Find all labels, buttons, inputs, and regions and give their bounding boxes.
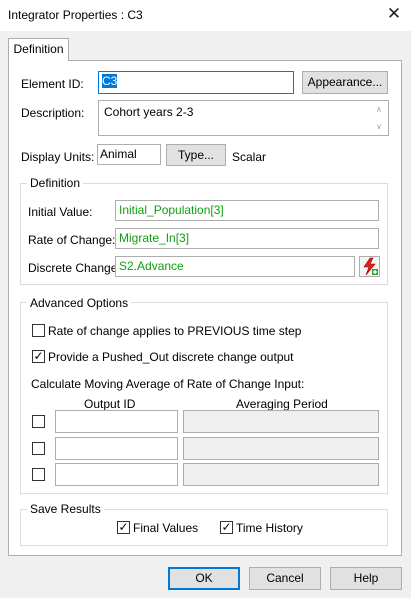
description-label: Description: bbox=[21, 106, 85, 120]
element-id-field[interactable]: C3 bbox=[98, 71, 294, 94]
pushed-out-checkbox[interactable]: ✓ bbox=[32, 350, 45, 363]
final-values-checkbox[interactable]: ✓ bbox=[117, 521, 130, 534]
output-id-field[interactable] bbox=[55, 437, 178, 460]
rate-of-change-label: Rate of Change: bbox=[28, 233, 116, 247]
definition-group-title: Definition bbox=[27, 176, 84, 190]
initial-value-field[interactable]: Initial_Population[3] bbox=[115, 200, 379, 221]
averaging-period-header: Averaging Period bbox=[236, 397, 328, 411]
add-discrete-change-icon[interactable] bbox=[359, 256, 380, 277]
moving-average-row-checkbox[interactable] bbox=[32, 442, 45, 455]
element-id-value: C3 bbox=[102, 74, 118, 88]
rate-of-change-field[interactable]: Migrate_In[3] bbox=[115, 228, 379, 249]
rate-previous-checkbox[interactable] bbox=[32, 324, 45, 337]
cancel-button[interactable]: Cancel bbox=[249, 567, 321, 590]
moving-average-row-checkbox[interactable] bbox=[32, 415, 45, 428]
description-value: Cohort years 2-3 bbox=[104, 105, 194, 119]
scroll-down-icon[interactable]: ∨ bbox=[376, 122, 386, 131]
description-field[interactable]: Cohort years 2-3 bbox=[98, 100, 389, 136]
type-button[interactable]: Type... bbox=[166, 144, 226, 166]
display-units-type-value: Scalar bbox=[232, 150, 267, 164]
discrete-change-label: Discrete Change: bbox=[28, 261, 121, 275]
window-title: Integrator Properties : C3 bbox=[8, 8, 143, 22]
averaging-period-field bbox=[183, 463, 379, 486]
output-id-field[interactable] bbox=[55, 410, 178, 433]
discrete-change-field[interactable]: S2.Advance bbox=[115, 256, 355, 277]
display-units-field[interactable]: Animal bbox=[97, 144, 161, 165]
output-id-header: Output ID bbox=[84, 397, 136, 411]
averaging-period-field bbox=[183, 437, 379, 460]
advanced-options-title: Advanced Options bbox=[27, 296, 132, 310]
pushed-out-label[interactable]: Provide a Pushed_Out discrete change out… bbox=[48, 350, 294, 364]
appearance-button[interactable]: Appearance... bbox=[302, 71, 388, 94]
tab-definition[interactable]: Definition bbox=[8, 38, 69, 61]
element-id-label: Element ID: bbox=[21, 77, 84, 91]
rate-previous-label[interactable]: Rate of change applies to PREVIOUS time … bbox=[48, 324, 301, 338]
initial-value-label: Initial Value: bbox=[28, 205, 93, 219]
averaging-period-field bbox=[183, 410, 379, 433]
scroll-up-icon[interactable]: ∧ bbox=[376, 105, 386, 114]
display-units-label: Display Units: bbox=[21, 150, 95, 164]
moving-average-label: Calculate Moving Average of Rate of Chan… bbox=[31, 377, 305, 391]
save-results-title: Save Results bbox=[27, 502, 104, 516]
final-values-label[interactable]: Final Values bbox=[133, 521, 198, 535]
moving-average-row-checkbox[interactable] bbox=[32, 468, 45, 481]
display-units-value: Animal bbox=[100, 147, 137, 161]
output-id-field[interactable] bbox=[55, 463, 178, 486]
time-history-label[interactable]: Time History bbox=[236, 521, 303, 535]
ok-button[interactable]: OK bbox=[168, 567, 240, 590]
help-button[interactable]: Help bbox=[330, 567, 402, 590]
time-history-checkbox[interactable]: ✓ bbox=[220, 521, 233, 534]
close-icon[interactable]: ✕ bbox=[384, 4, 404, 24]
